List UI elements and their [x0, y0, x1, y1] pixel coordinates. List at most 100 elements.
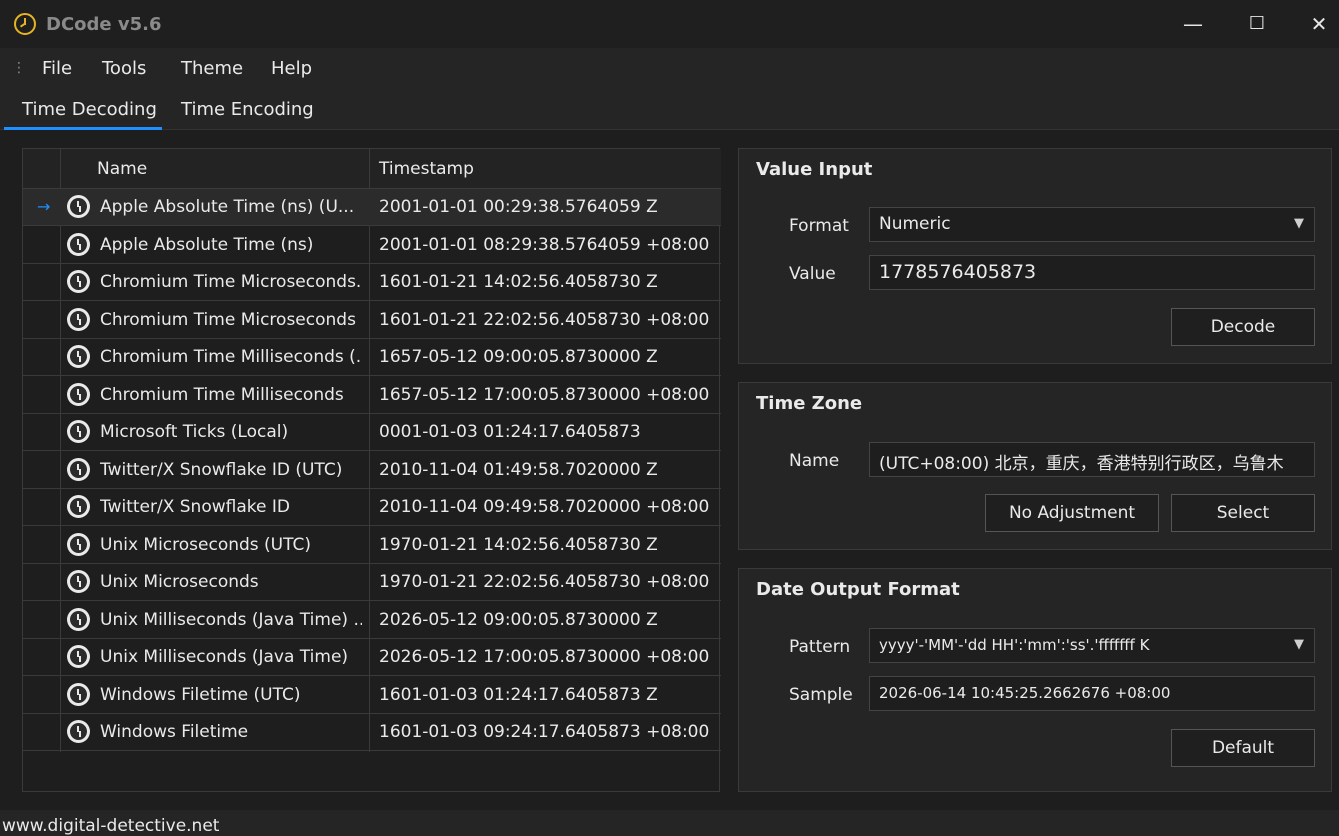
table-row[interactable]: Twitter/X Snowflake ID 2010-11-04 09:49:5…: [23, 489, 721, 526]
no-adjustment-button[interactable]: No Adjustment: [985, 494, 1159, 532]
app-window: DCode v5.6 — ☐ ✕ ⋮ File Tools Theme Help…: [0, 0, 1339, 836]
format-label: Format: [789, 216, 849, 236]
clock-icon: [67, 570, 90, 593]
chevron-down-icon: ▼: [1294, 216, 1304, 231]
cell-timestamp: 1601-01-03 01:24:17.6405873 Z: [379, 684, 658, 705]
column-header-name[interactable]: Name: [97, 159, 147, 179]
cell-timestamp: 2010-11-04 01:49:58.7020000 Z: [379, 459, 658, 480]
table-row[interactable]: Windows Filetime 1601-01-03 09:24:17.6405…: [23, 714, 721, 751]
timezone-name-field[interactable]: (UTC+08:00) 北京，重庆，香港特别行政区，乌鲁木: [869, 442, 1315, 477]
sample-field: 2026-06-14 10:45:25.2662676 +08:00: [869, 676, 1315, 711]
timezone-name-label: Name: [789, 451, 840, 471]
website-link[interactable]: www.digital-detective.net: [2, 816, 219, 836]
menu-tools[interactable]: Tools: [102, 58, 146, 79]
cell-timestamp: 2010-11-04 09:49:58.7020000 +08:00: [379, 497, 710, 517]
cell-name: Windows Filetime (UTC): [100, 684, 301, 705]
cell-name: Chromium Time Milliseconds: [100, 384, 344, 405]
grip-icon: ⋮: [12, 60, 26, 76]
cell-timestamp: 1970-01-21 22:02:56.4058730 +08:00: [379, 572, 710, 592]
column-header-timestamp[interactable]: Timestamp: [379, 159, 474, 179]
menu-help[interactable]: Help: [271, 58, 312, 79]
clock-icon: [67, 232, 90, 256]
table-row[interactable]: Chromium Time Milliseconds 1657-05-12 17:…: [23, 377, 721, 414]
panel-title: Date Output Format: [756, 579, 960, 600]
table-row[interactable]: Chromium Time Microseconds... 1601-01-21 …: [23, 264, 721, 301]
cell-name: Chromium Time Microseconds...: [100, 272, 362, 292]
cell-timestamp: 2026-05-12 17:00:05.8730000 +08:00: [379, 647, 710, 667]
cell-name: Windows Filetime: [100, 722, 249, 742]
clock-icon: [67, 645, 90, 668]
cell-name: Chromium Time Milliseconds (...: [100, 347, 362, 367]
cell-name: Twitter/X Snowflake ID: [100, 497, 290, 517]
tab-time-decoding[interactable]: Time Decoding: [22, 99, 157, 120]
cell-timestamp: 1601-01-21 22:02:56.4058730 +08:00: [379, 309, 710, 330]
value-input-panel: Value Input Format Numeric ▼ Value 17785…: [738, 148, 1332, 364]
close-button[interactable]: ✕: [1301, 10, 1337, 38]
pattern-label: Pattern: [789, 637, 851, 657]
cell-timestamp: 2001-01-01 00:29:38.5764059 Z: [379, 197, 658, 217]
menu-theme[interactable]: Theme: [181, 58, 243, 79]
value-label: Value: [789, 264, 836, 284]
chevron-down-icon: ▼: [1294, 637, 1304, 652]
status-bar: www.digital-detective.net: [0, 810, 1339, 836]
date-output-format-panel: Date Output Format Pattern yyyy'-'MM'-'d…: [738, 568, 1332, 792]
grid-header: Name Timestamp: [23, 149, 721, 189]
decode-button[interactable]: Decode: [1171, 308, 1315, 346]
format-select[interactable]: Numeric ▼: [869, 207, 1315, 242]
value-input[interactable]: 1778576405873: [869, 255, 1315, 290]
cell-name: Microsoft Ticks (Local): [100, 422, 289, 442]
cell-name: Apple Absolute Time (ns) (U...: [100, 197, 355, 217]
maximize-button[interactable]: ☐: [1239, 10, 1275, 38]
panel-title: Value Input: [756, 159, 873, 180]
table-row[interactable]: Apple Absolute Time (ns) 2001-01-01 08:29…: [23, 227, 721, 264]
table-row[interactable]: Twitter/X Snowflake ID (UTC) 2010-11-04 0…: [23, 452, 721, 489]
cell-timestamp: 1601-01-21 14:02:56.4058730 Z: [379, 272, 658, 292]
cell-timestamp: 1657-05-12 09:00:05.8730000 Z: [379, 347, 658, 367]
table-row[interactable]: Unix Milliseconds (Java Time) ... 2026-05…: [23, 602, 721, 639]
tab-bar: Time Decoding Time Encoding: [0, 90, 1339, 130]
table-row[interactable]: Chromium Time Milliseconds (... 1657-05-1…: [23, 339, 721, 376]
time-zone-panel: Time Zone Name (UTC+08:00) 北京，重庆，香港特别行政区…: [738, 382, 1332, 550]
cell-timestamp: 1601-01-03 09:24:17.6405873 +08:00: [379, 722, 710, 742]
menu-bar: ⋮ File Tools Theme Help: [0, 48, 1339, 90]
table-row[interactable]: Unix Microseconds 1970-01-21 22:02:56.405…: [23, 564, 721, 601]
cell-timestamp: 2001-01-01 08:29:38.5764059 +08:00: [379, 234, 710, 255]
table-row[interactable]: Chromium Time Microseconds 1601-01-21 22:…: [23, 302, 721, 339]
results-grid[interactable]: Name Timestamp → Apple Absolute Time (ns)…: [22, 148, 721, 792]
table-row[interactable]: Unix Microseconds (UTC) 1970-01-21 14:02:…: [23, 527, 721, 564]
title-bar: DCode v5.6 — ☐ ✕: [0, 0, 1339, 48]
clock-icon: [67, 420, 90, 443]
clock-icon: [67, 532, 90, 556]
menu-file[interactable]: File: [42, 58, 72, 79]
clock-icon: [67, 495, 90, 518]
minimize-button[interactable]: —: [1175, 10, 1211, 38]
sample-label: Sample: [789, 685, 853, 705]
table-row[interactable]: Unix Milliseconds (Java Time) 2026-05-12 …: [23, 639, 721, 676]
cell-name: Unix Milliseconds (Java Time) ...: [100, 609, 362, 630]
cell-name: Twitter/X Snowflake ID (UTC): [100, 459, 343, 480]
clock-icon: [67, 457, 90, 481]
clock-icon: [67, 270, 90, 293]
pattern-select[interactable]: yyyy'-'MM'-'dd HH':'mm':'ss'.'fffffff K …: [869, 628, 1315, 663]
select-timezone-button[interactable]: Select: [1171, 494, 1315, 532]
table-row[interactable]: Microsoft Ticks (Local) 0001-01-03 01:24:…: [23, 414, 721, 451]
cell-timestamp: 1657-05-12 17:00:05.8730000 +08:00: [379, 384, 710, 405]
cell-name: Unix Microseconds (UTC): [100, 534, 312, 555]
row-selected-arrow-icon: →: [37, 197, 51, 216]
default-button[interactable]: Default: [1171, 729, 1315, 767]
cell-name: Apple Absolute Time (ns): [100, 234, 314, 255]
pattern-selected-value: yyyy'-'MM'-'dd HH':'mm':'ss'.'fffffff K: [879, 636, 1150, 654]
cell-timestamp: 1970-01-21 14:02:56.4058730 Z: [379, 534, 658, 555]
panel-title: Time Zone: [756, 393, 863, 414]
table-row[interactable]: → Apple Absolute Time (ns) (U... 2001-01-0…: [23, 189, 721, 226]
cell-name: Unix Milliseconds (Java Time): [100, 647, 349, 667]
cell-timestamp: 2026-05-12 09:00:05.8730000 Z: [379, 609, 658, 630]
cell-timestamp: 0001-01-03 01:24:17.6405873: [379, 422, 641, 442]
cell-name: Unix Microseconds: [100, 572, 259, 592]
tab-time-encoding[interactable]: Time Encoding: [181, 99, 314, 120]
window-title: DCode v5.6: [46, 14, 162, 35]
table-row[interactable]: Windows Filetime (UTC) 1601-01-03 01:24:1…: [23, 677, 721, 714]
clock-icon: [67, 345, 90, 368]
clock-icon: [67, 307, 90, 331]
clock-logo-icon: [14, 13, 36, 35]
